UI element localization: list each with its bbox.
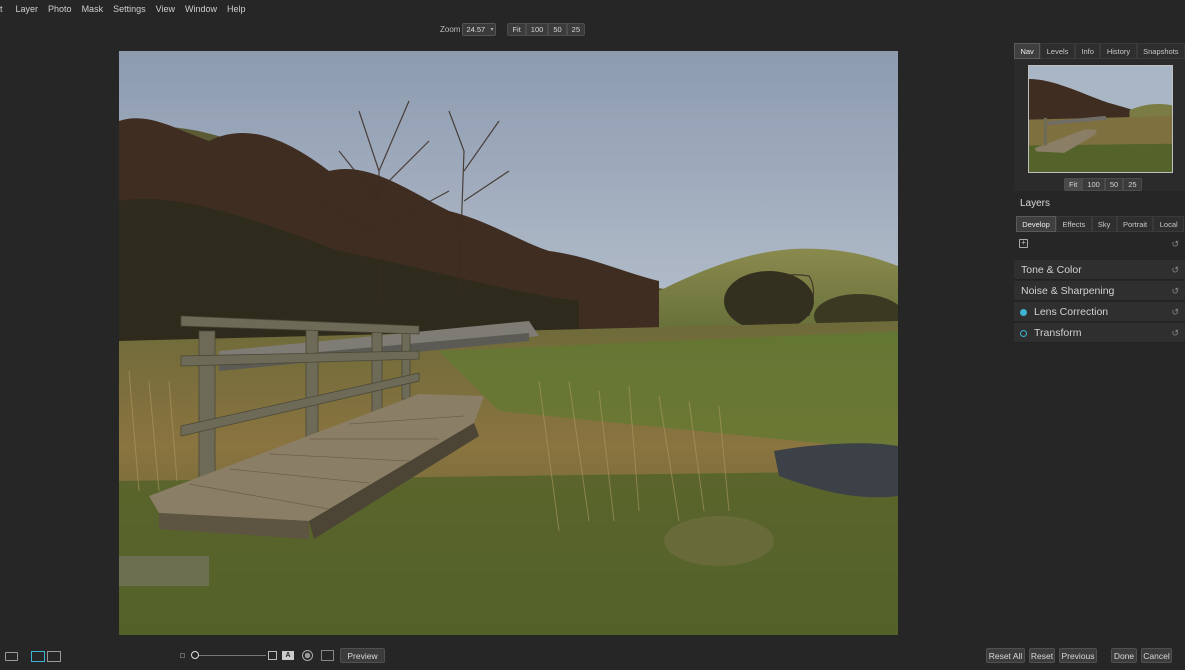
navigator — [1014, 59, 1185, 191]
menu-item-mask[interactable]: Mask — [76, 4, 108, 14]
section-noise-sharpening[interactable]: Noise & Sharpening ↺ — [1014, 281, 1185, 301]
zoom-select[interactable]: 24.57 ▾ — [462, 22, 497, 36]
layer-tabs: Develop Effects Sky Portrait Local — [1016, 216, 1185, 232]
auto-mask-icon[interactable]: A — [282, 651, 294, 660]
zoom-25-button[interactable]: 25 — [566, 22, 585, 36]
zoom-label: Zoom — [440, 24, 461, 34]
undo-icon[interactable]: ↺ — [1171, 239, 1179, 250]
reset-all-button[interactable]: Reset All — [986, 648, 1025, 663]
compare-view-icon[interactable] — [47, 651, 61, 662]
zoom-presets: Fit 100 50 25 — [507, 22, 585, 36]
nav-zoom-presets: Fit 100 50 25 — [1064, 178, 1142, 191]
tab-develop[interactable]: Develop — [1016, 216, 1057, 232]
menu-item-window[interactable]: Window — [179, 4, 221, 14]
cancel-button[interactable]: Cancel — [1141, 648, 1172, 663]
preview-button[interactable]: Preview — [340, 648, 385, 663]
single-view-icon[interactable] — [31, 651, 45, 662]
section-label: Lens Correction — [1034, 305, 1109, 318]
previous-button[interactable]: Previous — [1059, 648, 1097, 663]
brush-size-knob[interactable] — [191, 651, 199, 659]
menu-item-photo[interactable]: Photo — [42, 4, 76, 14]
zoom-100-button[interactable]: 100 — [525, 22, 549, 36]
menu-bar: t Layer Photo Mask Settings View Window … — [0, 0, 1185, 17]
photo-canvas[interactable] — [119, 51, 898, 635]
undo-icon[interactable]: ↺ — [1171, 265, 1179, 276]
undo-icon[interactable]: ↺ — [1171, 307, 1179, 318]
navigator-thumbnail[interactable] — [1028, 65, 1173, 173]
zoom-50-button[interactable]: 50 — [548, 22, 567, 36]
brush-size-track[interactable] — [196, 655, 266, 656]
enabled-indicator-icon[interactable] — [1020, 309, 1027, 316]
tab-local[interactable]: Local — [1153, 216, 1185, 232]
menu-item-layer[interactable]: Layer — [12, 4, 43, 14]
section-label: Noise & Sharpening — [1021, 284, 1115, 297]
tab-sky[interactable]: Sky — [1091, 216, 1117, 232]
nav-25-button[interactable]: 25 — [1123, 178, 1142, 191]
landscape-photo — [119, 51, 898, 635]
menu-item-view[interactable]: View — [150, 4, 179, 14]
menu-item-edit[interactable]: t — [0, 4, 12, 14]
small-brush-icon[interactable] — [180, 653, 185, 658]
undo-icon[interactable]: ↺ — [1171, 328, 1179, 339]
mask-overlay-icon[interactable] — [302, 650, 313, 661]
reset-button[interactable]: Reset — [1029, 648, 1055, 663]
zoom-toolbar: Zoom 24.57 ▾ Fit 100 50 25 — [440, 22, 585, 36]
nav-100-button[interactable]: 100 — [1082, 178, 1105, 191]
add-layer-icon[interactable]: + — [1019, 239, 1028, 248]
done-button[interactable]: Done — [1111, 648, 1137, 663]
menu-item-help[interactable]: Help — [221, 4, 250, 14]
tab-snapshots[interactable]: Snapshots — [1136, 43, 1185, 59]
panel-toggle-icon[interactable] — [5, 652, 18, 661]
tab-effects[interactable]: Effects — [1056, 216, 1092, 232]
nav-fit-button[interactable]: Fit — [1064, 178, 1083, 191]
nav-50-button[interactable]: 50 — [1104, 178, 1124, 191]
right-panel: Nav Levels Info History Snapshots Fit 10… — [1014, 43, 1185, 343]
mask-mode-icon[interactable] — [321, 650, 334, 661]
tab-history[interactable]: History — [1100, 43, 1137, 59]
preset-row: + ↺ — [1014, 236, 1185, 252]
chevron-down-icon: ▾ — [490, 26, 494, 33]
section-label: Tone & Color — [1021, 263, 1082, 276]
tab-portrait[interactable]: Portrait — [1116, 216, 1154, 232]
tab-nav[interactable]: Nav — [1014, 43, 1041, 59]
tab-levels[interactable]: Levels — [1040, 43, 1075, 59]
disabled-indicator-icon[interactable] — [1020, 330, 1027, 337]
thumbnail-image — [1029, 66, 1172, 172]
undo-icon[interactable]: ↺ — [1171, 286, 1179, 297]
zoom-value: 24.57 — [466, 24, 486, 34]
large-brush-icon[interactable] — [268, 651, 277, 660]
layers-title: Layers — [1020, 198, 1051, 209]
menu-item-settings[interactable]: Settings — [107, 4, 150, 14]
tab-info[interactable]: Info — [1074, 43, 1101, 59]
section-transform[interactable]: Transform ↺ — [1014, 323, 1185, 343]
panel-tabs: Nav Levels Info History Snapshots — [1014, 43, 1185, 59]
zoom-fit-button[interactable]: Fit — [507, 22, 526, 36]
develop-sections: Tone & Color ↺ Noise & Sharpening ↺ Lens… — [1014, 260, 1185, 344]
section-lens-correction[interactable]: Lens Correction ↺ — [1014, 302, 1185, 322]
section-tone-color[interactable]: Tone & Color ↺ — [1014, 260, 1185, 280]
